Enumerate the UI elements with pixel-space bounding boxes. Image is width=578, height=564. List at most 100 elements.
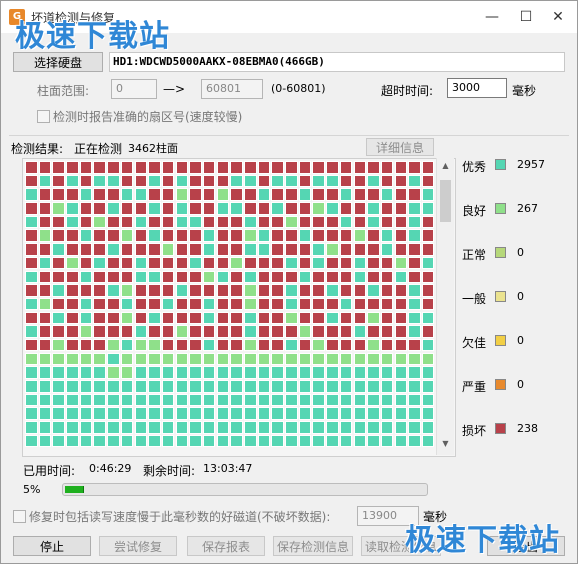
cylinder-cell <box>367 352 380 366</box>
cylinder-cell <box>326 161 339 174</box>
cylinder-cell <box>408 174 421 188</box>
stop-button[interactable]: 停止 <box>13 536 91 556</box>
cylinder-cell <box>107 393 120 407</box>
cylinder-cell <box>107 215 120 229</box>
cylinder-cell <box>38 284 52 297</box>
cylinder-cell <box>394 229 408 242</box>
cylinder-cell <box>25 174 38 188</box>
cylinder-cell <box>408 393 421 407</box>
minimize-button[interactable]: — <box>475 5 509 29</box>
cylinder-cell <box>367 174 380 188</box>
cylinder-cell <box>380 338 394 352</box>
divider <box>9 135 569 136</box>
cylinder-cell <box>298 215 312 229</box>
cylinder-cell <box>202 434 216 448</box>
save-info-button[interactable]: 保存检测信息 <box>273 536 353 556</box>
vertical-scrollbar[interactable]: ▲ ▼ <box>436 158 454 455</box>
cylinder-cell <box>134 421 147 434</box>
cylinder-cell <box>66 297 79 311</box>
cylinder-cell <box>257 352 271 366</box>
cylinder-cell <box>298 297 312 311</box>
cylinder-cell <box>93 366 106 379</box>
scroll-thumb[interactable] <box>440 180 451 222</box>
legend-count: 0 <box>517 378 524 391</box>
maximize-button[interactable]: ☐ <box>509 5 543 29</box>
cylinder-cell <box>257 366 271 379</box>
cylinder-cell <box>380 311 394 325</box>
cylinder-cell <box>202 311 216 325</box>
cylinder-cell <box>79 243 93 256</box>
cylinder-cell <box>339 270 353 283</box>
cylinder-cell <box>120 284 134 297</box>
cylinder-cell <box>189 311 202 325</box>
timeout-input[interactable]: 3000 <box>447 78 507 98</box>
cylinder-cell <box>312 393 325 407</box>
select-disk-button[interactable]: 选择硬盘 <box>13 52 103 72</box>
cylinder-cell <box>421 270 435 283</box>
save-report-button[interactable]: 保存报表 <box>187 536 265 556</box>
cylinder-cell <box>52 338 65 352</box>
precise-sector-checkbox[interactable] <box>37 110 50 123</box>
close-button[interactable]: ✕ <box>541 5 575 29</box>
repair-slow-checkbox[interactable] <box>13 510 26 523</box>
cylinder-cell <box>202 215 216 229</box>
cylinder-cell <box>244 352 257 366</box>
cylinder-cell <box>134 215 147 229</box>
cylinder-cell <box>120 380 134 393</box>
cylinder-cell <box>353 380 366 393</box>
cylinder-cell <box>421 434 435 448</box>
cylinder-cell <box>175 407 189 420</box>
cylinder-cell <box>353 434 366 448</box>
cylinder-cell <box>38 188 52 201</box>
cylinder-cell <box>298 188 312 201</box>
cylinder-cell <box>148 311 161 325</box>
cylinder-end-input[interactable]: 60801 <box>201 79 263 99</box>
cylinder-cell <box>25 229 38 242</box>
cylinder-cell <box>394 284 408 297</box>
cylinder-cell <box>298 366 312 379</box>
cylinder-cell <box>52 161 65 174</box>
cylinder-cell <box>120 434 134 448</box>
timeout-unit: 毫秒 <box>512 84 537 98</box>
cylinder-cell <box>120 270 134 283</box>
cylinder-cell <box>271 270 284 283</box>
cylinder-cell <box>216 229 230 242</box>
cylinder-cell <box>202 229 216 242</box>
cylinder-cell <box>380 407 394 420</box>
cylinder-cell <box>339 174 353 188</box>
cylinder-cell <box>66 215 79 229</box>
cylinder-start-input[interactable]: 0 <box>111 79 157 99</box>
cylinder-cell <box>312 380 325 393</box>
cylinder-cell <box>148 215 161 229</box>
cylinder-cell <box>25 161 38 174</box>
cylinder-cell <box>285 366 298 379</box>
legend-swatch <box>495 335 506 346</box>
cylinder-cell <box>421 366 435 379</box>
cylinder-cell <box>230 338 243 352</box>
try-repair-button[interactable]: 尝试修复 <box>99 536 177 556</box>
cylinder-cell <box>93 229 106 242</box>
cylinder-cell <box>380 325 394 338</box>
cylinder-cell <box>79 215 93 229</box>
cylinder-cell <box>107 256 120 270</box>
cylinder-cell <box>107 188 120 201</box>
cylinder-cell <box>52 188 65 201</box>
cylinder-cell <box>257 270 271 283</box>
cylinder-cell <box>93 421 106 434</box>
progress-bar <box>62 483 428 496</box>
cylinder-cell <box>66 338 79 352</box>
cylinder-cell <box>93 188 106 201</box>
cylinder-cell <box>79 270 93 283</box>
cylinder-cell <box>189 325 202 338</box>
cylinder-cell <box>271 421 284 434</box>
cylinder-cell <box>244 434 257 448</box>
cylinder-cell <box>230 256 243 270</box>
cylinder-cell <box>257 325 271 338</box>
cylinder-cell <box>38 380 52 393</box>
cylinder-cell <box>339 380 353 393</box>
scroll-down-icon[interactable]: ▼ <box>439 439 452 451</box>
detail-button[interactable]: 详细信息 <box>366 138 434 156</box>
cylinder-cell <box>298 284 312 297</box>
scroll-up-icon[interactable]: ▲ <box>439 161 452 173</box>
cylinder-cell <box>244 161 257 174</box>
